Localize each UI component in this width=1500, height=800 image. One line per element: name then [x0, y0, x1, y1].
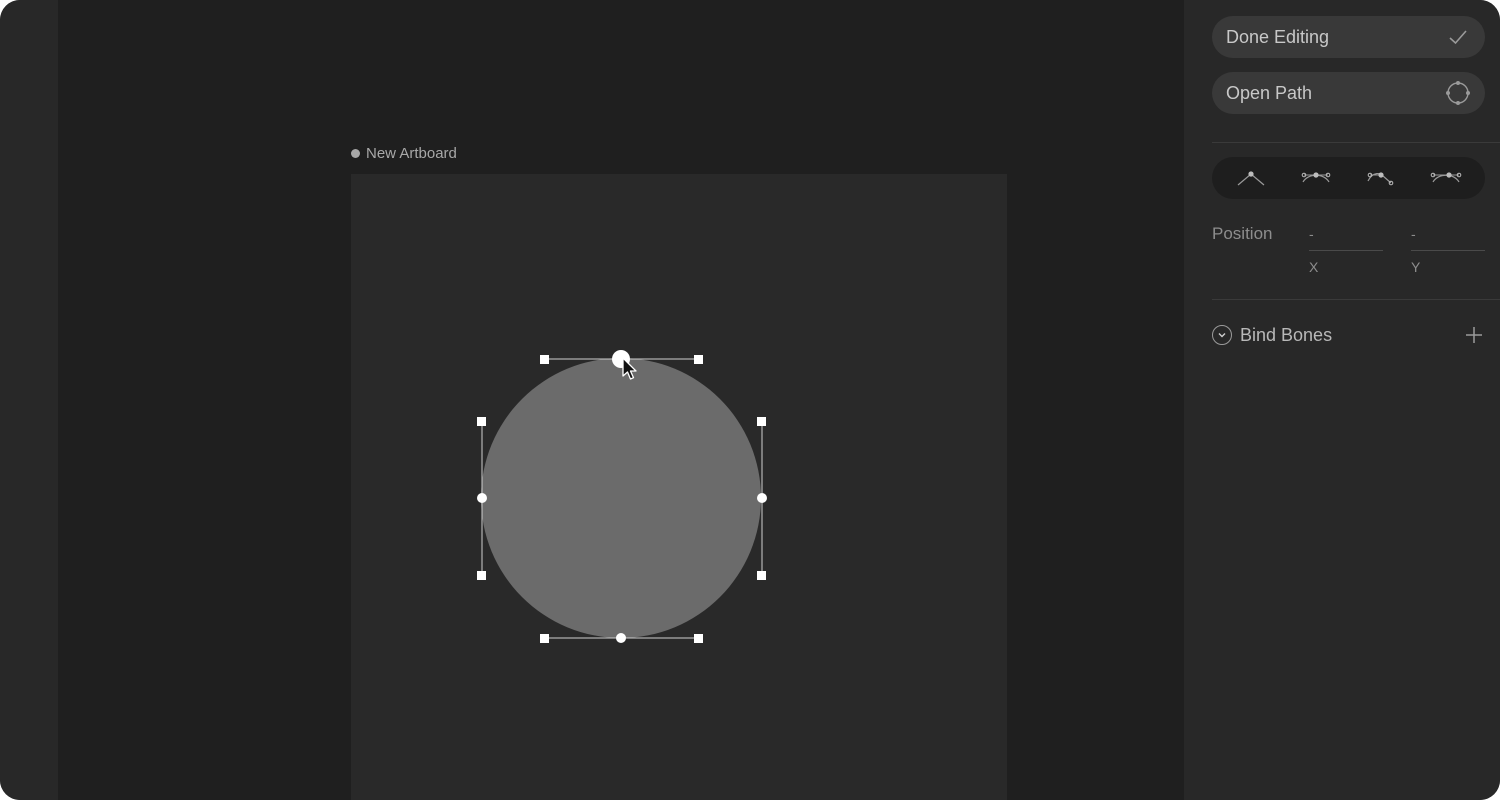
control-handle[interactable] — [540, 634, 549, 643]
open-path-label: Open Path — [1226, 82, 1313, 103]
done-editing-label: Done Editing — [1226, 26, 1330, 47]
bind-bones-section: Bind Bones — [1212, 322, 1485, 348]
editor-window: New Artboard Done Editing Open Path Posi… — [0, 0, 1500, 800]
position-x-axis-label: X — [1309, 259, 1319, 275]
mirrored-vertex-icon[interactable] — [1296, 163, 1336, 193]
vertex-point[interactable] — [477, 493, 487, 503]
circle-path-icon — [1445, 80, 1471, 106]
position-x-field[interactable]: - X — [1309, 226, 1383, 275]
checkmark-icon — [1445, 24, 1471, 50]
canvas-stage[interactable]: New Artboard — [58, 0, 1184, 800]
position-y-axis-label: Y — [1411, 259, 1421, 275]
control-handle[interactable] — [694, 355, 703, 364]
position-y-input[interactable]: - — [1411, 226, 1485, 251]
ellipse-shape[interactable] — [481, 358, 761, 638]
position-y-field[interactable]: - Y — [1411, 226, 1485, 275]
detached-vertex-icon[interactable] — [1361, 163, 1401, 193]
chevron-down-icon[interactable] — [1212, 325, 1232, 345]
straight-vertex-icon[interactable] — [1231, 163, 1271, 193]
position-x-input[interactable]: - — [1309, 226, 1383, 251]
panel-divider — [1212, 299, 1500, 300]
vertex-point[interactable] — [757, 493, 767, 503]
done-editing-button[interactable]: Done Editing — [1212, 16, 1485, 58]
vertex-mode-toolbar — [1212, 157, 1485, 199]
asymmetric-vertex-icon[interactable] — [1426, 163, 1466, 193]
control-handle[interactable] — [757, 417, 766, 426]
inspector-panel: Done Editing Open Path Position - X - Y … — [1184, 0, 1500, 800]
control-handle[interactable] — [694, 634, 703, 643]
control-handle[interactable] — [757, 571, 766, 580]
panel-divider — [1212, 142, 1500, 143]
vertex-point[interactable] — [616, 633, 626, 643]
left-toolbar-strip — [0, 0, 58, 800]
position-label: Position — [1212, 224, 1273, 243]
control-handle[interactable] — [540, 355, 549, 364]
plus-icon[interactable] — [1463, 324, 1485, 346]
control-handle[interactable] — [477, 417, 486, 426]
open-path-button[interactable]: Open Path — [1212, 72, 1485, 114]
control-handle[interactable] — [477, 571, 486, 580]
shape-layer — [477, 350, 767, 643]
bind-bones-label: Bind Bones — [1240, 324, 1333, 345]
